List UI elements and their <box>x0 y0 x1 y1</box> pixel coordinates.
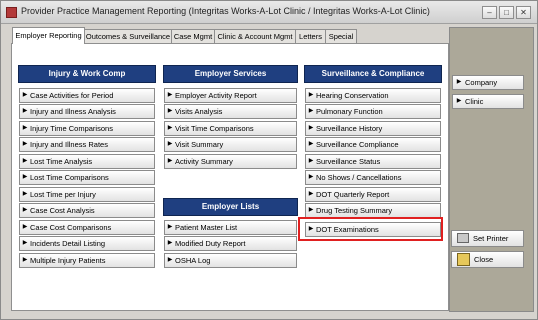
printer-icon <box>457 233 469 244</box>
report-button[interactable]: ▶ Case Cost Comparisons <box>19 220 155 235</box>
triangle-right-icon: ▶ <box>22 224 28 230</box>
report-button[interactable]: ▶ Case Cost Analysis <box>19 203 155 218</box>
app-icon <box>6 7 17 18</box>
report-button[interactable]: ▶ Surveillance Status <box>305 154 441 169</box>
report-button[interactable]: ▶ Case Activities for Period <box>19 88 155 103</box>
side-panel <box>449 27 534 312</box>
triangle-right-icon: ▶ <box>167 257 173 263</box>
report-button[interactable]: ▶ Lost Time Comparisons <box>19 170 155 185</box>
section-header-employer-lists: Employer Lists <box>163 198 298 216</box>
report-button[interactable]: ▶ Visit Time Comparisons <box>164 121 297 136</box>
minimize-icon[interactable]: – <box>482 6 497 19</box>
set-printer-button[interactable]: Set Printer <box>451 230 524 247</box>
close-window-icon[interactable]: ✕ <box>516 6 531 19</box>
report-button[interactable]: ▶ Employer Activity Report <box>164 88 297 103</box>
triangle-right-icon: ▶ <box>167 141 173 147</box>
door-exit-icon <box>457 252 470 266</box>
triangle-right-icon: ▶ <box>22 92 28 98</box>
title-bar: Provider Practice Management Reporting (… <box>1 1 537 24</box>
triangle-right-icon: ▶ <box>167 108 173 114</box>
highlight-box <box>298 217 443 241</box>
report-button[interactable]: ▶ Incidents Detail Listing <box>19 236 155 251</box>
report-button[interactable]: ▶ Hearing Conservation <box>305 88 441 103</box>
tab-employer-reporting[interactable]: Employer Reporting <box>12 27 85 44</box>
triangle-right-icon: ▶ <box>22 108 28 114</box>
triangle-right-icon: ▶ <box>308 158 314 164</box>
triangle-right-icon: ▶ <box>22 174 28 180</box>
triangle-right-icon: ▶ <box>167 240 173 246</box>
section-header-injury-work-comp: Injury & Work Comp <box>18 65 156 83</box>
triangle-right-icon: ▶ <box>308 125 314 131</box>
triangle-right-icon: ▶ <box>22 207 28 213</box>
triangle-right-icon: ▶ <box>22 141 28 147</box>
triangle-right-icon: ▶ <box>308 174 314 180</box>
triangle-right-icon: ▶ <box>22 191 28 197</box>
triangle-right-icon: ▶ <box>456 79 462 85</box>
tab-letters[interactable]: Letters <box>295 29 326 43</box>
report-button[interactable]: ▶ No Shows / Cancellations <box>305 170 441 185</box>
clinic-button[interactable]: ▶ Clinic <box>452 94 524 109</box>
triangle-right-icon: ▶ <box>22 158 28 164</box>
tab-special[interactable]: Special <box>325 29 357 43</box>
tab-case-mgmt[interactable]: Case Mgmt <box>171 29 215 43</box>
triangle-right-icon: ▶ <box>22 257 28 263</box>
report-button[interactable]: ▶ Pulmonary Function <box>305 104 441 119</box>
report-button[interactable]: ▶ Activity Summary <box>164 154 297 169</box>
section-header-employer-services: Employer Services <box>163 65 298 83</box>
report-button[interactable]: ▶ Visits Analysis <box>164 104 297 119</box>
report-button[interactable]: ▶ Lost Time per Injury <box>19 187 155 202</box>
company-button[interactable]: ▶ Company <box>452 75 524 90</box>
report-button[interactable]: ▶ Multiple Injury Patients <box>19 253 155 268</box>
report-button[interactable]: ▶ Injury and Illness Analysis <box>19 104 155 119</box>
report-button[interactable]: ▶ Patient Master List <box>164 220 297 235</box>
triangle-right-icon: ▶ <box>167 125 173 131</box>
triangle-right-icon: ▶ <box>456 98 462 104</box>
triangle-right-icon: ▶ <box>167 92 173 98</box>
tab-outcomes-surveillance[interactable]: Outcomes & Surveillance <box>84 29 172 43</box>
report-button[interactable]: ▶ Lost Time Analysis <box>19 154 155 169</box>
report-button[interactable]: ▶ Injury and Illness Rates <box>19 137 155 152</box>
close-button[interactable]: Close <box>451 251 524 268</box>
report-button[interactable]: ▶ Visit Summary <box>164 137 297 152</box>
triangle-right-icon: ▶ <box>308 141 314 147</box>
report-button[interactable]: ▶ OSHA Log <box>164 253 297 268</box>
triangle-right-icon: ▶ <box>308 207 314 213</box>
triangle-right-icon: ▶ <box>22 125 28 131</box>
maximize-icon[interactable]: □ <box>499 6 514 19</box>
report-button[interactable]: ▶ Injury Time Comparisons <box>19 121 155 136</box>
report-button[interactable]: ▶ Drug Testing Summary <box>305 203 441 218</box>
triangle-right-icon: ▶ <box>308 191 314 197</box>
triangle-right-icon: ▶ <box>167 224 173 230</box>
section-header-surveillance-compliance: Surveillance & Compliance <box>304 65 442 83</box>
window-title: Provider Practice Management Reporting (… <box>21 6 430 16</box>
triangle-right-icon: ▶ <box>308 108 314 114</box>
report-button[interactable]: ▶ Modified Duty Report <box>164 236 297 251</box>
report-button[interactable]: ▶ DOT Quarterly Report <box>305 187 441 202</box>
report-button[interactable]: ▶ Surveillance History <box>305 121 441 136</box>
triangle-right-icon: ▶ <box>308 92 314 98</box>
triangle-right-icon: ▶ <box>22 240 28 246</box>
tab-clinic-account-mgmt[interactable]: Clinic & Account Mgmt <box>214 29 296 43</box>
report-button[interactable]: ▶ Surveillance Compliance <box>305 137 441 152</box>
triangle-right-icon: ▶ <box>167 158 173 164</box>
